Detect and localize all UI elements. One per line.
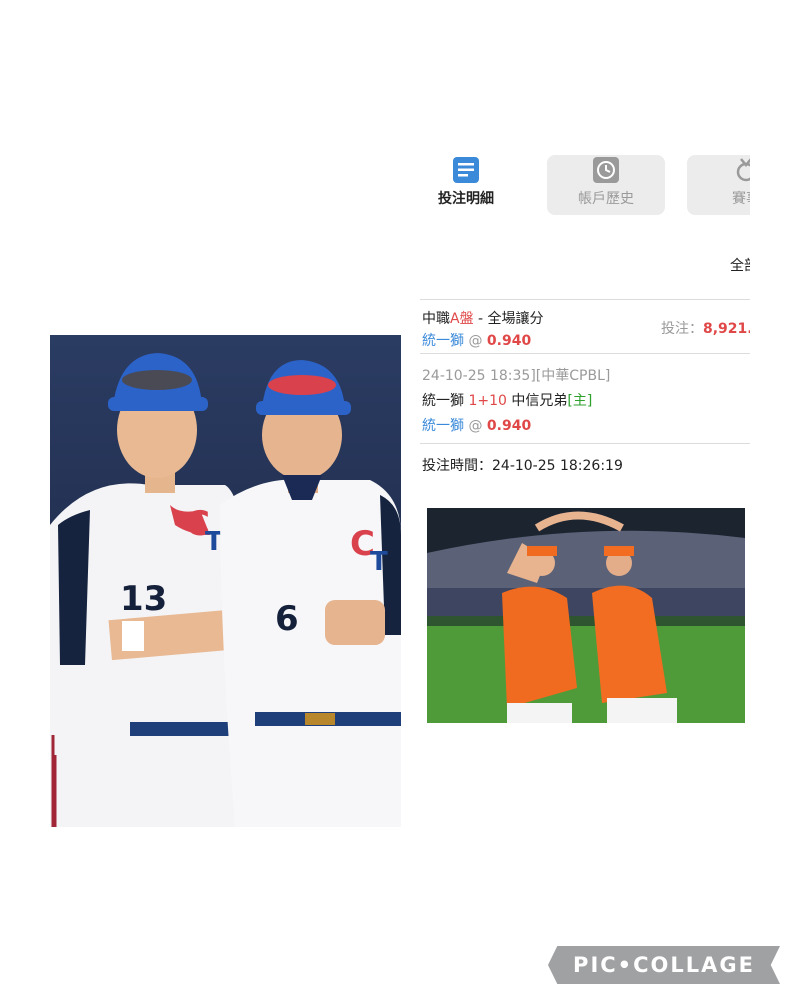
tab-bet-detail-label: 投注明細 xyxy=(438,191,494,207)
celebration-photo xyxy=(427,508,745,723)
tab-match-label: 賽事 xyxy=(732,191,750,207)
divider xyxy=(420,299,750,300)
divider xyxy=(420,443,750,444)
tab-account-history-label: 帳戶歷史 xyxy=(578,191,634,207)
pick-line-2: 統一獅 @ 0.940 xyxy=(422,418,532,434)
stake: 投注：8,921. xyxy=(661,321,750,337)
bet-time: 投注時間：24-10-25 18:26:19 xyxy=(422,458,623,474)
match-line: 統一獅 1+10 中信兄弟[主] xyxy=(422,393,593,409)
bet-detail-panel: 投注明細 帳戶歷史 賽事 全部 中職A盤 - 全場讓分 投注：8,921. 統一… xyxy=(420,145,750,475)
market-title: 中職A盤 - 全場讓分 xyxy=(422,311,544,327)
svg-text:T: T xyxy=(370,547,388,577)
document-icon xyxy=(453,157,479,183)
tab-account-history[interactable]: 帳戶歷史 xyxy=(547,155,665,215)
tab-bet-detail[interactable]: 投注明細 xyxy=(420,155,525,215)
clock-icon xyxy=(593,157,619,183)
tab-match[interactable]: 賽事 xyxy=(687,155,750,215)
medal-icon xyxy=(736,158,750,182)
filter-all-label[interactable]: 全部 xyxy=(730,255,750,275)
watermark: PIC•COLLAGE xyxy=(548,946,780,984)
jersey-number-13: 13 xyxy=(120,579,167,619)
players-photo: C T 13 C T 6 xyxy=(50,335,401,827)
match-time: 24-10-25 18:35][中華CPBL] xyxy=(422,368,611,384)
divider xyxy=(420,353,750,354)
jersey-number-6: 6 xyxy=(275,599,299,639)
pick-line: 統一獅 @ 0.940 xyxy=(422,333,532,349)
